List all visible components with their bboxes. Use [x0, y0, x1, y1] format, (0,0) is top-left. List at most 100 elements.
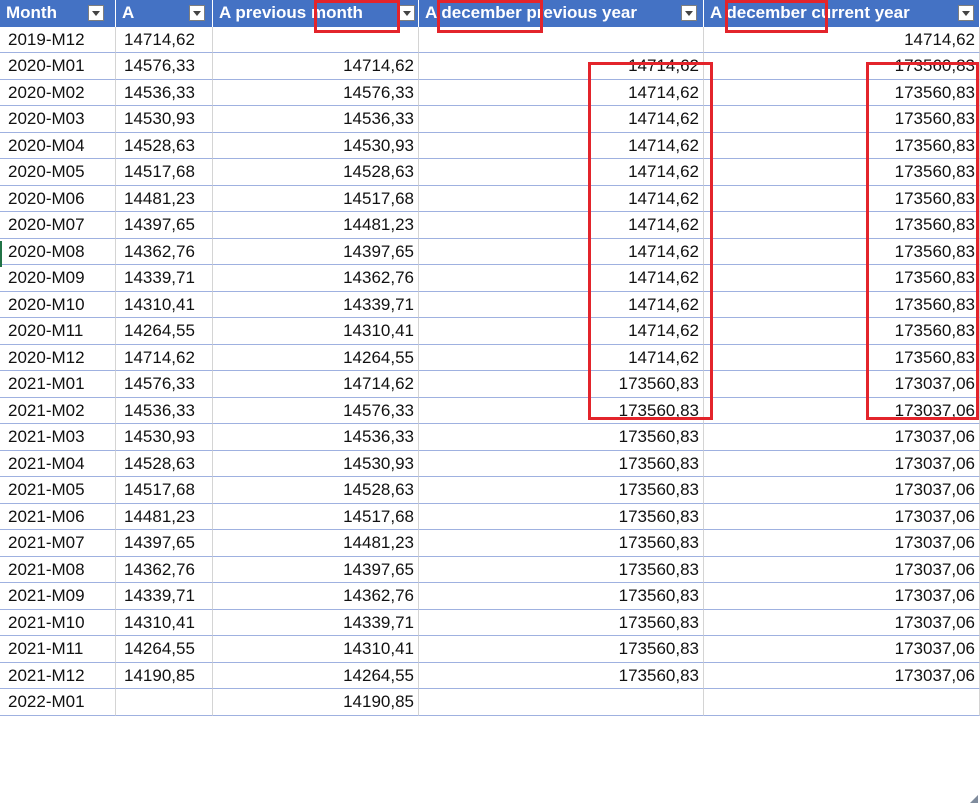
- a-december-current-year-cell[interactable]: 173037,06: [704, 556, 980, 583]
- a-previous-month-cell[interactable]: 14339,71: [213, 609, 419, 636]
- a-cell[interactable]: 14264,55: [116, 636, 213, 663]
- a-previous-month-cell[interactable]: 14517,68: [213, 185, 419, 212]
- a-december-previous-year-cell[interactable]: 173560,83: [419, 530, 704, 557]
- filter-dropdown-icon[interactable]: [88, 5, 104, 21]
- a-cell[interactable]: 14481,23: [116, 185, 213, 212]
- a-december-current-year-cell[interactable]: 173037,06: [704, 503, 980, 530]
- a-previous-month-cell[interactable]: 14481,23: [213, 212, 419, 239]
- month-cell[interactable]: 2020-M04: [0, 132, 116, 159]
- a-december-previous-year-cell[interactable]: 173560,83: [419, 609, 704, 636]
- a-december-current-year-cell[interactable]: 173037,06: [704, 477, 980, 504]
- month-cell[interactable]: 2020-M07: [0, 212, 116, 239]
- a-previous-month-cell[interactable]: 14576,33: [213, 79, 419, 106]
- a-cell[interactable]: 14339,71: [116, 265, 213, 292]
- month-cell[interactable]: 2019-M12: [0, 26, 116, 53]
- a-december-current-year-cell[interactable]: 173560,83: [704, 159, 980, 186]
- a-previous-month-cell[interactable]: 14339,71: [213, 291, 419, 318]
- a-december-current-year-cell[interactable]: 173560,83: [704, 318, 980, 345]
- month-cell[interactable]: 2021-M01: [0, 371, 116, 398]
- a-december-previous-year-cell[interactable]: 14714,62: [419, 318, 704, 345]
- a-cell[interactable]: 14190,85: [116, 662, 213, 689]
- a-previous-month-cell[interactable]: 14714,62: [213, 371, 419, 398]
- a-december-current-year-cell[interactable]: 173560,83: [704, 79, 980, 106]
- header-a-december-previous-year[interactable]: A december previous year: [419, 0, 704, 27]
- a-december-previous-year-cell[interactable]: 173560,83: [419, 662, 704, 689]
- a-december-current-year-cell[interactable]: 173037,06: [704, 583, 980, 610]
- a-cell[interactable]: 14339,71: [116, 583, 213, 610]
- a-previous-month-cell[interactable]: 14264,55: [213, 344, 419, 371]
- a-cell[interactable]: 14530,93: [116, 106, 213, 133]
- month-cell[interactable]: 2020-M05: [0, 159, 116, 186]
- a-previous-month-cell[interactable]: 14397,65: [213, 238, 419, 265]
- a-december-current-year-cell[interactable]: 173560,83: [704, 291, 980, 318]
- a-december-previous-year-cell[interactable]: 14714,62: [419, 344, 704, 371]
- a-december-previous-year-cell[interactable]: 14714,62: [419, 265, 704, 292]
- a-cell[interactable]: 14536,33: [116, 79, 213, 106]
- a-cell[interactable]: 14714,62: [116, 26, 213, 53]
- header-a-december-current-year[interactable]: A december current year: [704, 0, 980, 27]
- a-previous-month-cell[interactable]: 14714,62: [213, 53, 419, 80]
- a-previous-month-cell[interactable]: 14481,23: [213, 530, 419, 557]
- a-cell[interactable]: 14517,68: [116, 159, 213, 186]
- a-december-current-year-cell[interactable]: 173037,06: [704, 450, 980, 477]
- month-cell[interactable]: 2020-M01: [0, 53, 116, 80]
- a-previous-month-cell[interactable]: 14310,41: [213, 636, 419, 663]
- a-previous-month-cell[interactable]: 14362,76: [213, 583, 419, 610]
- month-cell[interactable]: 2020-M10: [0, 291, 116, 318]
- a-december-current-year-cell[interactable]: 173037,06: [704, 530, 980, 557]
- month-cell[interactable]: 2021-M03: [0, 424, 116, 451]
- a-december-previous-year-cell[interactable]: 14714,62: [419, 132, 704, 159]
- a-december-current-year-cell[interactable]: 173037,06: [704, 371, 980, 398]
- a-cell[interactable]: 14528,63: [116, 132, 213, 159]
- filter-dropdown-icon[interactable]: [958, 5, 974, 21]
- a-previous-month-cell[interactable]: 14530,93: [213, 132, 419, 159]
- a-december-current-year-cell[interactable]: [704, 689, 980, 716]
- a-december-current-year-cell[interactable]: 173037,06: [704, 397, 980, 424]
- a-cell[interactable]: 14536,33: [116, 397, 213, 424]
- a-cell[interactable]: 14530,93: [116, 424, 213, 451]
- a-previous-month-cell[interactable]: 14310,41: [213, 318, 419, 345]
- a-december-previous-year-cell[interactable]: 173560,83: [419, 556, 704, 583]
- table-resize-handle[interactable]: [969, 794, 978, 803]
- filter-dropdown-icon[interactable]: [681, 5, 697, 21]
- a-december-current-year-cell[interactable]: 173037,06: [704, 636, 980, 663]
- a-december-current-year-cell[interactable]: 173560,83: [704, 238, 980, 265]
- month-cell[interactable]: 2020-M09: [0, 265, 116, 292]
- a-december-previous-year-cell[interactable]: 14714,62: [419, 185, 704, 212]
- a-december-previous-year-cell[interactable]: 173560,83: [419, 477, 704, 504]
- a-previous-month-cell[interactable]: 14190,85: [213, 689, 419, 716]
- a-cell[interactable]: 14310,41: [116, 291, 213, 318]
- a-cell[interactable]: 14714,62: [116, 344, 213, 371]
- a-december-current-year-cell[interactable]: 14714,62: [704, 26, 980, 53]
- a-previous-month-cell[interactable]: 14264,55: [213, 662, 419, 689]
- a-december-current-year-cell[interactable]: 173560,83: [704, 185, 980, 212]
- a-previous-month-cell[interactable]: 14528,63: [213, 159, 419, 186]
- a-december-previous-year-cell[interactable]: [419, 689, 704, 716]
- month-cell[interactable]: 2021-M07: [0, 530, 116, 557]
- a-december-previous-year-cell[interactable]: 14714,62: [419, 212, 704, 239]
- a-previous-month-cell[interactable]: 14530,93: [213, 450, 419, 477]
- month-cell[interactable]: 2021-M08: [0, 556, 116, 583]
- a-cell[interactable]: 14528,63: [116, 450, 213, 477]
- header-month[interactable]: Month: [0, 0, 116, 27]
- month-cell[interactable]: 2021-M11: [0, 636, 116, 663]
- a-december-current-year-cell[interactable]: 173560,83: [704, 212, 980, 239]
- month-cell[interactable]: 2020-M12: [0, 344, 116, 371]
- a-cell[interactable]: 14310,41: [116, 609, 213, 636]
- a-december-previous-year-cell[interactable]: 14714,62: [419, 291, 704, 318]
- a-december-previous-year-cell[interactable]: 173560,83: [419, 636, 704, 663]
- a-cell[interactable]: 14517,68: [116, 477, 213, 504]
- a-previous-month-cell[interactable]: 14362,76: [213, 265, 419, 292]
- a-december-current-year-cell[interactable]: 173560,83: [704, 132, 980, 159]
- a-december-current-year-cell[interactable]: 173037,06: [704, 662, 980, 689]
- a-december-current-year-cell[interactable]: 173560,83: [704, 265, 980, 292]
- a-december-current-year-cell[interactable]: 173037,06: [704, 424, 980, 451]
- a-cell[interactable]: 14362,76: [116, 238, 213, 265]
- a-december-previous-year-cell[interactable]: 14714,62: [419, 238, 704, 265]
- month-cell[interactable]: 2020-M03: [0, 106, 116, 133]
- a-december-current-year-cell[interactable]: 173560,83: [704, 53, 980, 80]
- header-a[interactable]: A: [116, 0, 213, 27]
- a-december-previous-year-cell[interactable]: [419, 26, 704, 53]
- month-cell[interactable]: 2020-M02: [0, 79, 116, 106]
- month-cell[interactable]: 2021-M04: [0, 450, 116, 477]
